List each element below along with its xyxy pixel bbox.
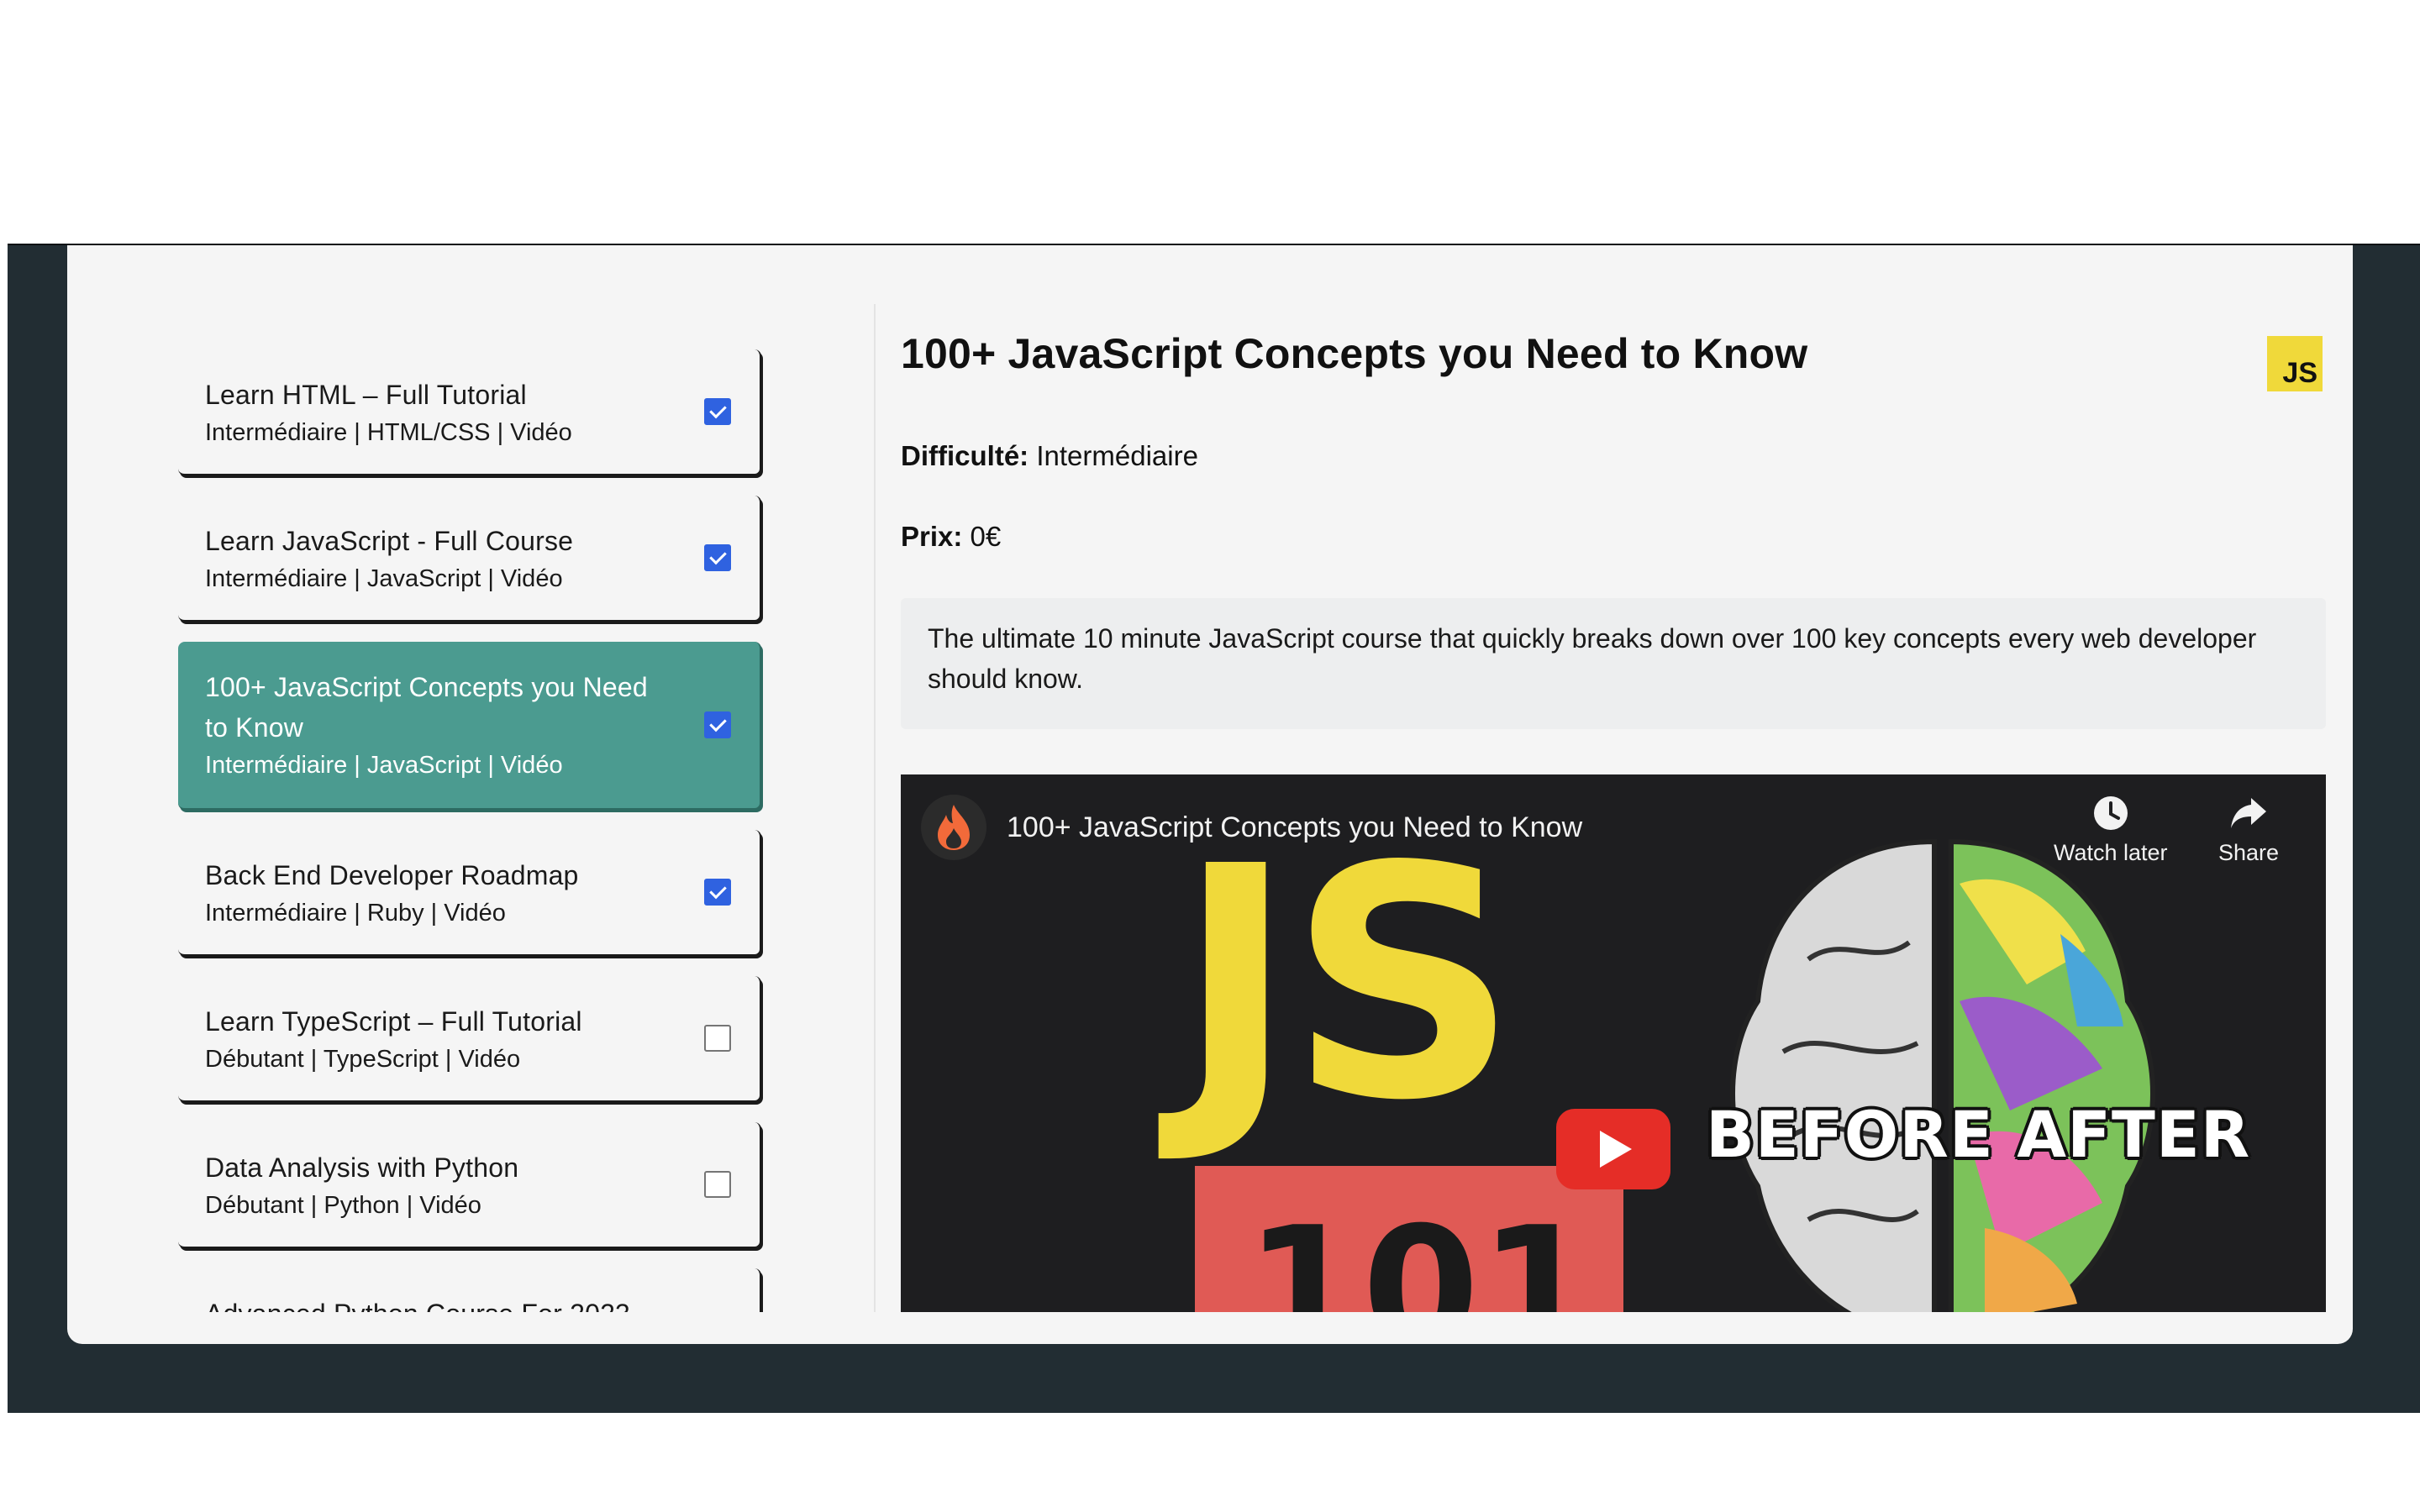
- difficulty-label: Difficulté:: [901, 440, 1029, 471]
- video-title[interactable]: 100+ JavaScript Concepts you Need to Kno…: [1007, 811, 1582, 844]
- share-label: Share: [2218, 840, 2280, 865]
- course-card-selected[interactable]: 100+ JavaScript Concepts you Need to Kno…: [178, 642, 761, 810]
- course-title: Data Analysis with Python: [205, 1152, 519, 1183]
- price-label: Prix:: [901, 521, 963, 552]
- thumbnail-101-box: 101: [1195, 1166, 1623, 1312]
- thumbnail-before-label: BEFORE: [1706, 1097, 1994, 1172]
- course-title: Learn JavaScript - Full Course: [205, 526, 574, 556]
- javascript-logo-icon: JS: [2267, 336, 2323, 391]
- course-checkbox[interactable]: [704, 1171, 731, 1198]
- channel-avatar[interactable]: [921, 795, 986, 860]
- share-icon: [2231, 798, 2267, 828]
- course-checkbox[interactable]: [704, 1025, 731, 1052]
- course-title: 100+ JavaScript Concepts you Need to Kno…: [205, 672, 648, 743]
- course-meta: Intermédiaire | JavaScript | Vidéo: [205, 565, 563, 592]
- price-value: 0€: [970, 521, 1002, 552]
- course-meta: Débutant | TypeScript | Vidéo: [205, 1046, 521, 1073]
- course-meta: Intermédiaire | JavaScript | Vidéo: [205, 752, 563, 779]
- share-button[interactable]: Share: [2218, 795, 2279, 866]
- main-panel: Learn HTML – Full Tutorial Intermédiaire…: [67, 245, 2353, 1344]
- price-row: Prix: 0€: [901, 521, 1001, 553]
- course-card[interactable]: Learn JavaScript - Full Course Intermédi…: [178, 496, 761, 622]
- difficulty-row: Difficulté: Intermédiaire: [901, 440, 1198, 472]
- course-title: Learn HTML – Full Tutorial: [205, 380, 527, 410]
- course-card[interactable]: Advanced Python Course For 2023: [178, 1268, 761, 1312]
- thumbnail-js-text: JS: [1176, 798, 1518, 1170]
- course-card[interactable]: Data Analysis with Python Débutant | Pyt…: [178, 1122, 761, 1248]
- course-detail: 100+ JavaScript Concepts you Need to Kno…: [901, 245, 2326, 1312]
- play-button[interactable]: [1556, 1109, 1670, 1189]
- detail-title: 100+ JavaScript Concepts you Need to Kno…: [901, 330, 1808, 377]
- course-card[interactable]: Learn TypeScript – Full Tutorial Débutan…: [178, 976, 761, 1102]
- course-meta: Intermédiaire | HTML/CSS | Vidéo: [205, 419, 572, 446]
- thumbnail-before-after-text: BEFORE AFTER: [1706, 1097, 2250, 1172]
- column-divider: [874, 304, 876, 1312]
- course-checkbox[interactable]: [704, 711, 731, 738]
- clock-icon: [2093, 796, 2128, 830]
- course-card[interactable]: Learn HTML – Full Tutorial Intermédiaire…: [178, 349, 761, 475]
- course-title: Learn TypeScript – Full Tutorial: [205, 1006, 582, 1037]
- course-list[interactable]: Learn HTML – Full Tutorial Intermédiaire…: [178, 245, 832, 1312]
- course-title: Back End Developer Roadmap: [205, 860, 579, 890]
- app-frame: Learn HTML – Full Tutorial Intermédiaire…: [8, 244, 2420, 1413]
- video-player[interactable]: JS 101 BEFORE AFTER 100+ JavaScript Conc…: [901, 774, 2326, 1312]
- thumbnail-101-text: 101: [1245, 1191, 1597, 1312]
- course-checkbox[interactable]: [704, 398, 731, 425]
- watch-later-button[interactable]: Watch later: [2054, 795, 2168, 866]
- course-meta: Débutant | Python | Vidéo: [205, 1192, 481, 1219]
- brain-illustration: [1730, 838, 2155, 1312]
- thumbnail-after-label: AFTER: [2017, 1097, 2251, 1172]
- course-meta: Intermédiaire | Ruby | Vidéo: [205, 900, 506, 927]
- course-title: Advanced Python Course For 2023: [205, 1294, 659, 1312]
- difficulty-value: Intermédiaire: [1036, 440, 1198, 471]
- course-checkbox[interactable]: [704, 879, 731, 906]
- watch-later-label: Watch later: [2054, 840, 2168, 865]
- fire-icon: [938, 805, 970, 850]
- course-checkbox[interactable]: [704, 544, 731, 571]
- course-description: The ultimate 10 minute JavaScript course…: [901, 598, 2326, 729]
- course-card[interactable]: Back End Developer Roadmap Intermédiaire…: [178, 830, 761, 956]
